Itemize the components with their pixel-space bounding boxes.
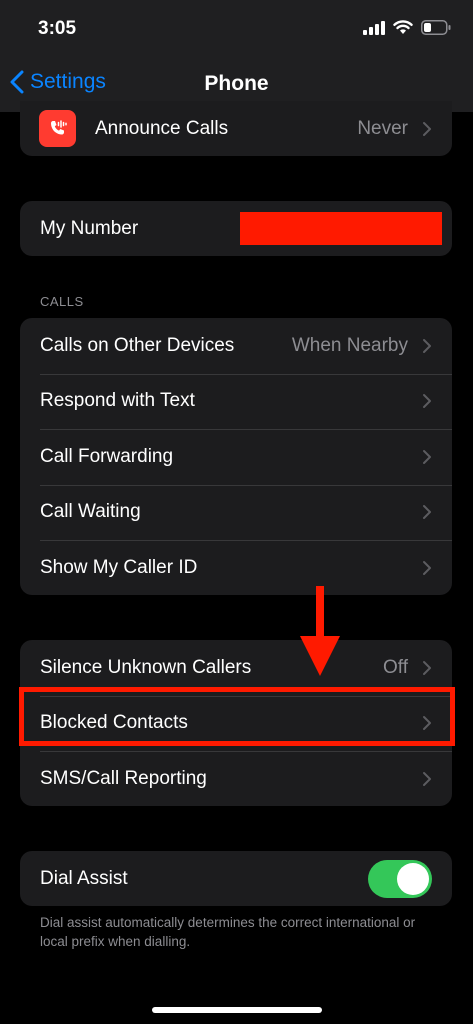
home-indicator[interactable]	[152, 1007, 322, 1013]
dial-assist-footer: Dial assist automatically determines the…	[40, 915, 416, 949]
toggle-knob	[397, 862, 429, 895]
row-label: Dial Assist	[40, 867, 128, 889]
row-show-my-caller-id[interactable]: Show My Caller ID	[20, 540, 452, 595]
row-announce-calls[interactable]: Announce Calls Never	[20, 101, 452, 156]
page-title: Phone	[204, 72, 269, 95]
row-respond-with-text[interactable]: Respond with Text	[20, 373, 452, 430]
chevron-right-icon	[423, 560, 431, 575]
row-sms-call-reporting[interactable]: SMS/Call Reporting	[20, 751, 452, 806]
status-icons	[363, 20, 451, 35]
row-label: Show My Caller ID	[40, 556, 198, 578]
chevron-right-icon	[423, 660, 431, 675]
redacted-number	[240, 212, 442, 245]
status-time: 3:05	[38, 18, 77, 39]
section-header-calls: CALLS	[40, 294, 84, 309]
row-value: Off	[383, 656, 408, 678]
row-call-waiting[interactable]: Call Waiting	[20, 484, 452, 541]
dial-assist-toggle[interactable]	[368, 859, 432, 898]
announce-calls-icon	[39, 110, 76, 147]
row-label: Respond with Text	[40, 390, 195, 412]
row-label: Call Waiting	[40, 501, 141, 523]
row-value: Never	[357, 117, 408, 139]
row-call-forwarding[interactable]: Call Forwarding	[20, 429, 452, 485]
row-dial-assist: Dial Assist	[20, 851, 452, 906]
wifi-icon	[393, 20, 413, 34]
battery-icon	[421, 20, 451, 35]
row-label: SMS/Call Reporting	[40, 767, 207, 789]
chevron-right-icon	[423, 449, 431, 464]
signal-icon	[363, 20, 385, 35]
chevron-right-icon	[423, 338, 431, 353]
announce-group: Announce Calls Never	[20, 101, 452, 156]
row-calls-on-other-devices[interactable]: Calls on Other Devices When Nearby	[20, 318, 452, 374]
row-label: My Number	[40, 217, 139, 239]
calls-group: Calls on Other Devices When Nearby Respo…	[20, 318, 452, 595]
row-label: Calls on Other Devices	[40, 334, 235, 356]
highlight-box	[19, 687, 455, 746]
arrow-down-icon	[300, 586, 340, 676]
chevron-right-icon	[423, 505, 431, 520]
chevron-right-icon	[423, 121, 431, 136]
row-label: Silence Unknown Callers	[40, 656, 252, 678]
status-bar: 3:05	[0, 0, 473, 56]
row-label: Announce Calls	[95, 117, 229, 139]
row-label: Call Forwarding	[40, 445, 174, 467]
row-value: When Nearby	[291, 334, 408, 356]
chevron-right-icon	[423, 394, 431, 409]
dial-assist-group: Dial Assist	[20, 851, 452, 906]
chevron-right-icon	[423, 771, 431, 786]
